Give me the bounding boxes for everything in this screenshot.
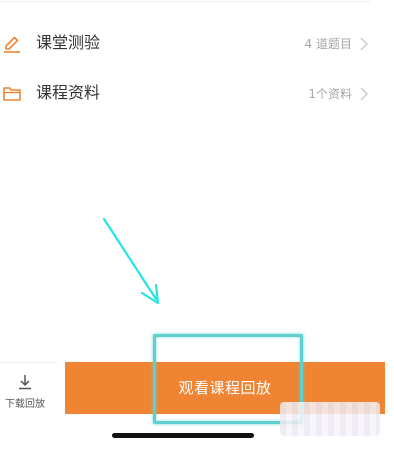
- divider: [0, 1, 370, 2]
- list-item-label: 课堂测验: [36, 33, 101, 52]
- download-icon: [16, 373, 34, 391]
- question-count: 4 道题目: [304, 37, 352, 51]
- list-item-classroom-quiz[interactable]: 课堂测验 4 道题目: [0, 24, 380, 64]
- chevron-right-icon: [358, 85, 370, 103]
- list-item-label: 课程资料: [36, 83, 101, 102]
- pencil-icon: [2, 33, 22, 53]
- course-detail-screen: 课堂测验 4 道题目 课程资料 1个资料 下载回放 观看课程回放: [0, 0, 394, 464]
- download-replay-label: 下载回放: [5, 399, 45, 410]
- list-item-course-materials[interactable]: 课程资料 1个资料: [0, 74, 380, 114]
- annotation-arrow: [102, 217, 160, 305]
- home-indicator[interactable]: [112, 433, 254, 438]
- folder-icon: [2, 83, 22, 103]
- chevron-right-icon: [358, 35, 370, 53]
- material-count: 1个资料: [308, 87, 352, 101]
- watermark-blur: [280, 402, 380, 436]
- download-replay-button[interactable]: 下载回放: [0, 362, 58, 414]
